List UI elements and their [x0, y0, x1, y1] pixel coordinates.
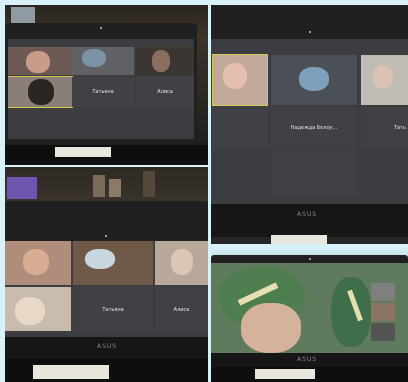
participant-tile-2	[73, 241, 153, 285]
participant-thumbnail	[371, 283, 395, 301]
participant-tile-2	[271, 55, 357, 105]
monitor-bezel	[211, 204, 408, 237]
participant-face	[85, 249, 115, 269]
participant-face	[223, 63, 247, 89]
participant-face	[26, 51, 50, 73]
paper-sheet	[255, 369, 315, 379]
participant-tile-1	[8, 47, 72, 75]
wall-picture	[11, 7, 35, 23]
participant-name: Надежда Белоу...	[290, 125, 338, 131]
participant-thumbnail	[371, 303, 395, 321]
participant-name: Тать	[394, 125, 406, 131]
participant-face	[82, 49, 106, 67]
photo-collage: Татьяна Алиса Надежда Белоу... Тать ASUS…	[0, 0, 408, 382]
participant-face	[23, 249, 49, 275]
webcam	[100, 27, 102, 29]
participant-face	[373, 65, 393, 89]
participant-face	[152, 50, 170, 72]
video-call-screen: Татьяна Алиса	[5, 241, 208, 337]
laptop-monitor: Татьяна Алиса ASUS	[5, 201, 208, 359]
participant-name: Алиса	[157, 89, 173, 95]
participant-face	[171, 249, 193, 275]
participant-tile-3	[155, 241, 208, 285]
paper-sheet	[271, 235, 327, 244]
monitor-brand: ASUS	[297, 211, 318, 218]
participant-tile-tatiana: Татьяна	[72, 77, 134, 107]
participant-tile-alisa	[271, 151, 357, 195]
monitor-brand: ASUS	[297, 356, 318, 363]
video-call-screen: Надежда Белоу... Тать	[211, 39, 408, 204]
participant-face	[15, 297, 45, 325]
paper-sheet	[33, 365, 109, 379]
small-screen	[7, 177, 37, 199]
participant-tile-alisa: Алиса	[155, 287, 208, 331]
webcam	[309, 258, 311, 260]
participant-tile-nadezhda: Надежда Белоу...	[271, 107, 357, 149]
participant-face	[241, 303, 301, 353]
paper-sheet	[55, 147, 111, 157]
shelf-object	[93, 175, 105, 197]
participant-tile-tatiana: Тать	[361, 107, 408, 149]
photo-top-left: Татьяна Алиса	[5, 5, 208, 165]
video-call-screen	[211, 263, 408, 353]
participant-tile-3	[136, 47, 194, 75]
webcam	[309, 31, 311, 33]
video-call-screen: Татьяна Алиса	[8, 39, 194, 139]
participant-tile-2	[72, 47, 134, 75]
participant-tile-3	[361, 55, 408, 105]
participant-tile-empty	[213, 107, 267, 149]
participant-face	[299, 67, 329, 91]
participant-tile-1	[5, 241, 71, 285]
participant-tile-active	[212, 54, 268, 106]
laptop-monitor: ASUS	[211, 255, 408, 367]
participant-thumbnail	[371, 323, 395, 341]
participant-tile-active	[8, 76, 73, 108]
participant-tile-tatiana: Татьяна	[73, 287, 153, 331]
photo-top-right: Надежда Белоу... Тать ASUS	[211, 5, 408, 244]
shelf-object	[109, 179, 121, 197]
photo-bottom-right: ASUS	[211, 247, 408, 382]
photo-bottom-left: Татьяна Алиса ASUS	[5, 167, 208, 382]
participant-name: Татьяна	[102, 307, 124, 313]
monitor-brand: ASUS	[97, 343, 118, 350]
participant-name: Алиса	[173, 307, 190, 313]
participant-tile-alisa: Алиса	[136, 77, 194, 107]
green-craft-object	[331, 277, 371, 347]
participant-tile-4	[5, 287, 71, 331]
shelf-object	[143, 171, 155, 197]
participant-name: Татьяна	[92, 89, 114, 95]
webcam	[105, 235, 107, 237]
laptop-monitor: Надежда Белоу... Тать ASUS	[211, 5, 408, 237]
participant-face	[28, 79, 54, 105]
laptop-monitor: Татьяна Алиса	[5, 23, 197, 145]
